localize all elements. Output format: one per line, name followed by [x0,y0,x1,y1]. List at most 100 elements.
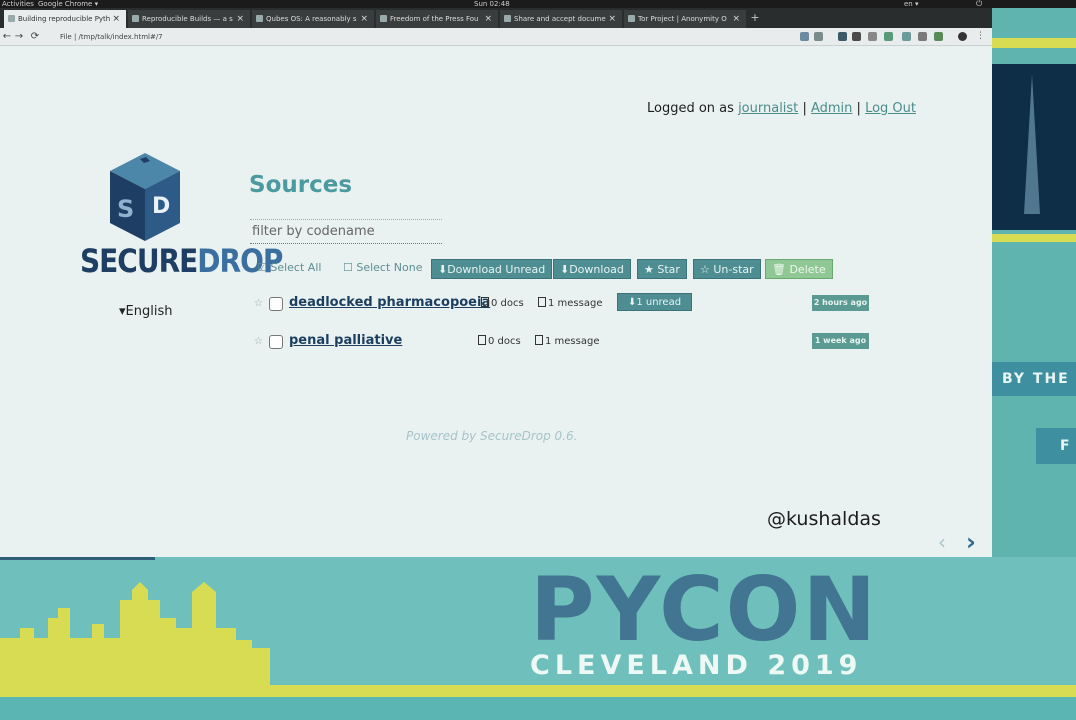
favicon-icon [132,15,139,22]
docs-count-text: 0 docs [491,298,524,309]
messages-count-text: 1 message [548,298,603,309]
browser-tab[interactable]: Qubes OS: A reasonably s × [252,10,374,28]
logged-in-prefix: Logged on as [647,101,734,116]
select-none-button[interactable]: ☐ Select None [343,261,423,274]
bookmark-star-icon[interactable] [814,32,823,41]
source-codename-link[interactable]: penal palliative [289,333,402,348]
last-updated-badge: 2 hours ago [812,295,869,311]
close-icon[interactable]: × [732,10,740,28]
favicon-icon [504,15,511,22]
close-icon[interactable]: × [484,10,492,28]
cleveland-subtitle: CLEVELAND 2019 [530,650,863,681]
docs-count: 0 docs [478,335,521,347]
document-icon [481,297,489,307]
close-icon[interactable]: × [608,10,616,28]
extension-icon[interactable] [868,32,877,41]
star-icon[interactable]: ☆ [254,298,263,309]
delete-button[interactable]: 🗑 Delete [765,259,833,279]
favicon-icon [380,15,387,22]
source-checkbox[interactable] [269,335,283,349]
securedrop-logo-text: SECUREDROP [80,242,283,280]
tab-title: Building reproducible Pyth [18,15,111,23]
system-top-bar: Activities Google Chrome ▾ Sun 02:48 en … [0,0,1076,8]
favicon-icon [628,15,635,22]
unstar-button[interactable]: ☆ Un-star [693,259,761,279]
svg-text:D: D [152,194,170,219]
slide-wave [0,697,1076,720]
city-skyline-graphic [0,582,270,688]
messages-count: 1 message [535,335,599,347]
browser-toolbar: ← → ⟳ File | /tmp/talk/index.html#/7 ⋮ [0,28,992,46]
document-icon [478,335,486,345]
power-icon[interactable]: ⏻ [976,0,982,8]
page-title: Sources [249,172,353,198]
tab-title: Tor Project | Anonymity O [638,15,727,23]
extension-icon[interactable] [934,32,943,41]
pycon-title: PYCON [530,558,879,661]
tab-title: Freedom of the Press Fou [390,15,479,23]
profile-avatar[interactable] [958,32,967,41]
extension-icon[interactable] [852,32,861,41]
docs-count-text: 0 docs [488,336,521,347]
source-checkbox[interactable] [269,297,283,311]
clock[interactable]: Sun 02:48 [474,0,510,8]
username-link[interactable]: journalist [738,101,798,116]
extension-icon[interactable] [884,32,893,41]
slide-tag-text: F [1036,428,1076,464]
close-icon[interactable]: × [112,10,120,28]
slide-stripe-bottom [0,685,1076,697]
menu-icon[interactable]: ⋮ [976,32,985,41]
activities-button[interactable]: Activities [2,0,34,8]
slide-stripe [992,38,1076,48]
slide-dark-panel [992,64,1076,230]
admin-link[interactable]: Admin [811,101,852,116]
select-all-button[interactable]: ☑ Select All [257,261,321,274]
logo-word-secure: SECURE [80,242,198,280]
unread-download-button[interactable]: ⬇1 unread [617,293,692,311]
source-codename-link[interactable]: deadlocked pharmacopoeia [289,295,490,310]
star-icon[interactable]: ☆ [254,336,263,347]
address-bar[interactable]: File | /tmp/talk/index.html#/7 [60,31,780,43]
language-selector[interactable]: ▾English [119,304,172,319]
browser-tab[interactable]: Building reproducible Pyth × [4,10,126,28]
star-button[interactable]: ★ Star [637,259,687,279]
browser-tab[interactable]: Freedom of the Press Fou × [376,10,498,28]
language-indicator[interactable]: en ▾ [904,0,918,8]
speaker-handle: @kushaldas [767,508,881,530]
extension-icon[interactable] [902,32,911,41]
securedrop-logo-cube-icon: S D [110,153,180,241]
tab-title: Qubes OS: A reasonably s [266,15,357,23]
separator: | [856,101,861,116]
previous-slide-arrow-icon[interactable]: ‹ [938,530,946,554]
app-menu[interactable]: Google Chrome ▾ [38,0,98,8]
last-updated-badge: 1 week ago [812,333,869,349]
forward-button[interactable]: → [12,28,26,46]
tab-title: Reproducible Builds — a s [142,15,233,23]
favicon-icon [256,15,263,22]
browser-tab[interactable]: Tor Project | Anonymity O × [624,10,746,28]
powered-by-footer: Powered by SecureDrop 0.6. [406,429,578,443]
separator: | [802,101,807,116]
favicon-icon [8,15,15,22]
slide-stripe [992,234,1076,242]
svg-text:S: S [117,195,134,223]
browser-tab[interactable]: Reproducible Builds — a s × [128,10,250,28]
logout-link[interactable]: Log Out [865,101,916,116]
message-icon [535,335,543,345]
spire-graphic [1024,74,1040,214]
source-row: ☆ penal palliative 0 docs 1 message 1 we… [254,333,874,353]
download-button[interactable]: ⬇Download [553,259,631,279]
download-unread-button[interactable]: ⬇Download Unread [431,259,553,279]
source-row: ☆ deadlocked pharmacopoeia 0 docs 1 mess… [254,293,874,315]
close-icon[interactable]: × [236,10,244,28]
extension-icon[interactable] [800,32,809,41]
filter-codename-input[interactable] [250,219,442,244]
extension-icon[interactable] [838,32,847,41]
new-tab-button[interactable]: + [748,11,762,25]
close-icon[interactable]: × [360,10,368,28]
browser-tab[interactable]: Share and accept docume × [500,10,622,28]
extension-icon[interactable] [918,32,927,41]
messages-count: 1 message [538,297,602,309]
reload-button[interactable]: ⟳ [28,28,42,46]
next-slide-arrow-icon[interactable]: › [966,528,976,556]
